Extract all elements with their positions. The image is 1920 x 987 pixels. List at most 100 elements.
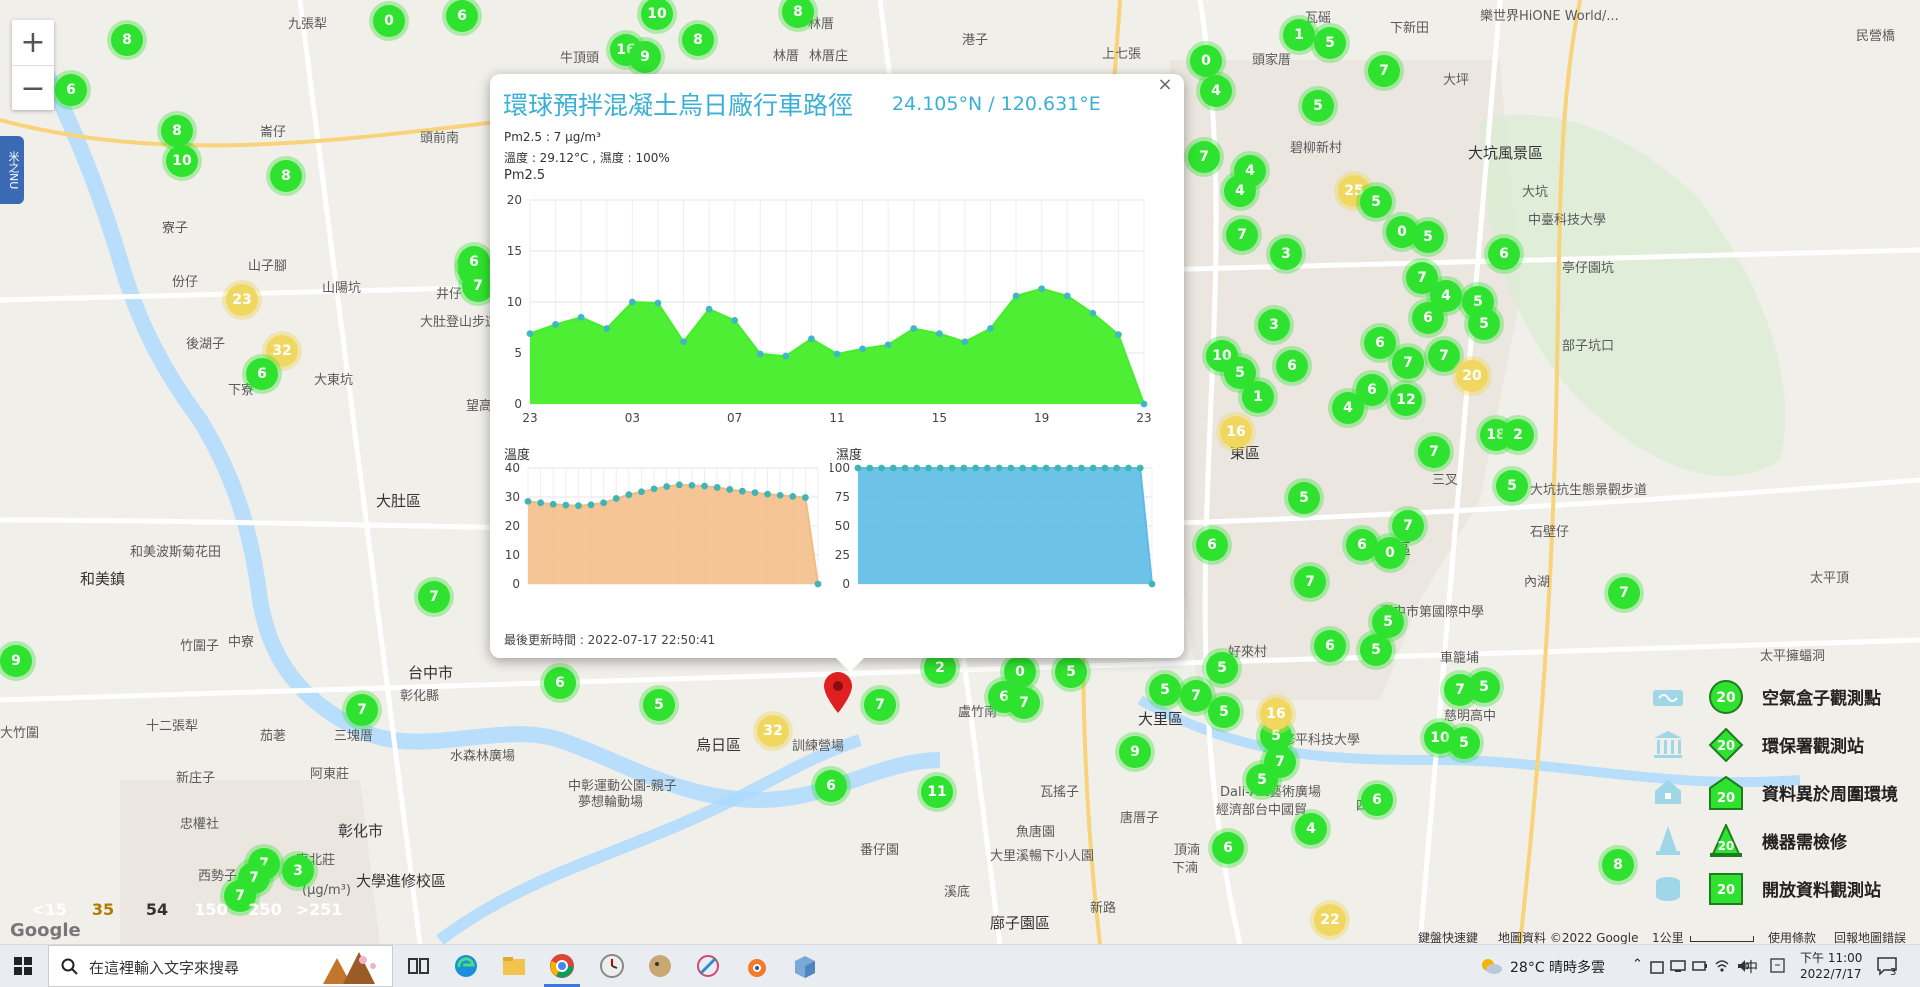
station-marker[interactable]: 6 [1364, 327, 1396, 359]
blender-icon[interactable] [743, 953, 769, 979]
station-marker[interactable]: 7 [1608, 577, 1640, 609]
station-marker[interactable]: 5 [1208, 696, 1240, 728]
terms-link[interactable]: 使用條款 [1768, 929, 1816, 944]
map-canvas[interactable]: 九張犁 牛頂頭 林厝 林厝 林厝庄 港子 上七張 頭家厝 瓦磘 下新田 樂世界HiONE World… [0, 0, 1920, 944]
station-marker[interactable]: 5 [1496, 470, 1528, 502]
station-marker[interactable]: 5 [1206, 652, 1238, 684]
clock-date[interactable]: 2022/7/17 [1800, 967, 1862, 981]
station-marker[interactable]: 4 [1295, 813, 1327, 845]
station-marker[interactable]: 9 [0, 645, 32, 677]
station-marker[interactable]: 6 [246, 358, 278, 390]
station-marker[interactable]: 20 [1456, 360, 1488, 392]
station-marker[interactable]: 7 [864, 689, 896, 721]
station-marker[interactable]: 16 [1220, 416, 1252, 448]
chrome-icon[interactable] [549, 953, 575, 979]
station-marker[interactable]: 0 [1190, 45, 1222, 77]
station-marker[interactable]: 1 [1242, 381, 1274, 413]
station-marker[interactable]: 7 [1226, 219, 1258, 251]
station-marker[interactable]: 7 [1008, 687, 1040, 719]
app-icon-horse[interactable] [647, 953, 673, 979]
station-marker[interactable]: 3 [1270, 238, 1302, 270]
keyboard-shortcuts-link[interactable]: 鍵盤快速鍵 [1418, 929, 1478, 944]
station-marker[interactable]: 0 [1374, 537, 1406, 569]
station-marker[interactable]: 5 [1149, 674, 1181, 706]
station-marker[interactable]: 7 [1368, 55, 1400, 87]
station-marker[interactable]: 11 [921, 776, 953, 808]
station-marker[interactable]: 12 [1390, 384, 1422, 416]
station-marker[interactable]: 2 [1502, 419, 1534, 451]
station-marker[interactable]: 7 [1392, 510, 1424, 542]
station-marker[interactable]: 6 [1412, 302, 1444, 334]
station-marker[interactable]: 32 [757, 715, 789, 747]
zoom-in-button[interactable]: + [12, 20, 54, 65]
taskbar-search[interactable]: 在這裡輸入文字來搜尋 [48, 945, 393, 987]
side-tab[interactable]: 米之NU [0, 136, 24, 204]
task-view-icon[interactable] [405, 953, 431, 979]
station-marker[interactable]: 7 [1444, 674, 1476, 706]
station-marker[interactable]: 5 [1448, 727, 1480, 759]
station-marker[interactable]: 4 [1200, 75, 1232, 107]
location-pin-icon[interactable] [823, 672, 853, 714]
app-icon-tool[interactable] [695, 953, 721, 979]
windows-start-icon[interactable] [14, 957, 32, 975]
close-button[interactable]: × [1154, 74, 1176, 96]
station-marker[interactable]: 7 [1188, 141, 1220, 173]
station-marker[interactable]: 5 [1412, 221, 1444, 253]
station-marker[interactable]: 6 [1212, 832, 1244, 864]
station-marker[interactable]: 8 [161, 115, 193, 147]
station-marker[interactable]: 6 [815, 770, 847, 802]
station-marker[interactable]: 5 [1314, 27, 1346, 59]
station-marker[interactable]: 1 [1283, 19, 1315, 51]
station-marker[interactable]: 4 [1224, 175, 1256, 207]
file-explorer-icon[interactable] [501, 953, 527, 979]
station-marker[interactable]: 23 [226, 284, 258, 316]
wifi-icon[interactable] [1714, 958, 1730, 974]
station-marker[interactable]: 6 [1346, 529, 1378, 561]
scale-bar-label[interactable]: 1公里 [1652, 929, 1684, 944]
network-device-icon[interactable] [1670, 959, 1686, 973]
report-error-link[interactable]: 回報地圖錯誤 [1834, 929, 1906, 944]
station-marker[interactable]: 7 [1294, 566, 1326, 598]
station-marker[interactable]: 6 [544, 667, 576, 699]
station-marker[interactable]: 8 [1602, 849, 1634, 881]
station-marker[interactable]: 7 [346, 694, 378, 726]
station-marker[interactable]: 7 [418, 581, 450, 613]
station-marker[interactable]: 7 [1428, 340, 1460, 372]
ime-mode-icon[interactable] [1770, 958, 1786, 974]
station-marker[interactable]: 5 [1360, 186, 1392, 218]
ime-indicator[interactable]: 中 [1744, 957, 1758, 977]
weather-text[interactable]: 28°C 晴時多雲 [1510, 957, 1605, 977]
station-marker[interactable]: 0 [373, 5, 405, 37]
station-marker[interactable]: 5 [1360, 634, 1392, 666]
station-marker[interactable]: 5 [1302, 90, 1334, 122]
station-marker[interactable]: 6 [1488, 238, 1520, 270]
station-marker[interactable]: 6 [1196, 529, 1228, 561]
battery-icon[interactable] [1692, 958, 1708, 974]
station-marker[interactable]: 5 [1468, 308, 1500, 340]
station-marker[interactable]: 8 [270, 160, 302, 192]
station-marker[interactable]: 16 [1260, 698, 1292, 730]
station-marker[interactable]: 6 [1361, 784, 1393, 816]
station-marker[interactable]: 6 [1276, 350, 1308, 382]
station-marker[interactable]: 8 [682, 24, 714, 56]
app-icon-cube[interactable] [791, 953, 817, 979]
station-marker[interactable]: 3 [1258, 309, 1290, 341]
station-marker[interactable]: 5 [1055, 656, 1087, 688]
station-marker[interactable]: 5 [1246, 764, 1278, 796]
station-marker[interactable]: 5 [643, 689, 675, 721]
station-marker[interactable]: 7 [1392, 347, 1424, 379]
station-marker[interactable]: 9 [629, 41, 661, 73]
station-marker[interactable]: 6 [446, 0, 478, 32]
onedrive-icon[interactable] [1650, 959, 1664, 975]
clock-time[interactable]: 下午 11:00 [1800, 949, 1862, 966]
station-marker[interactable]: 9 [1119, 736, 1151, 768]
station-marker[interactable]: 6 [55, 74, 87, 106]
edge-icon[interactable] [453, 953, 479, 979]
station-marker[interactable]: 7 [1418, 436, 1450, 468]
station-marker[interactable]: 6 [1314, 630, 1346, 662]
station-marker[interactable]: 3 [282, 855, 314, 887]
clock-app-icon[interactable] [599, 953, 625, 979]
zoom-out-button[interactable]: − [12, 65, 54, 111]
station-marker[interactable]: 10 [166, 145, 198, 177]
station-marker[interactable]: 22 [1314, 904, 1346, 936]
